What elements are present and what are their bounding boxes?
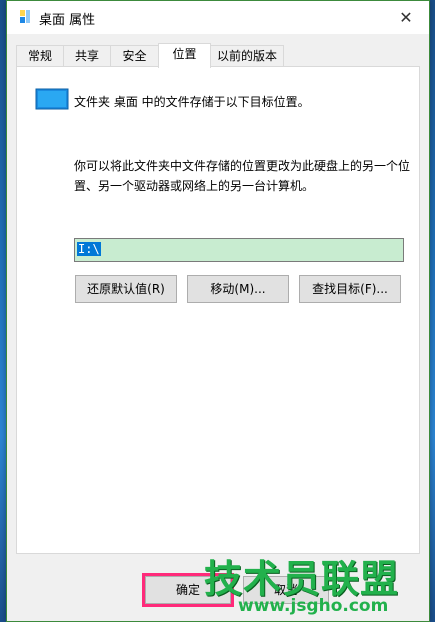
- tab-location[interactable]: 位置: [158, 43, 211, 68]
- path-input[interactable]: I:\: [74, 238, 404, 262]
- tab-sharing[interactable]: 共享: [63, 45, 111, 67]
- close-button[interactable]: ✕: [383, 1, 429, 34]
- properties-window: 桌面 属性 ✕ 常规 共享 安全 位置 以前的版本 文件夹 桌面 中的文件存储于…: [6, 0, 430, 622]
- restore-default-button[interactable]: 还原默认值(R): [75, 275, 177, 303]
- desktop-folder-icon: [35, 88, 69, 110]
- tab-strip: 常规 共享 安全 位置 以前的版本: [16, 43, 420, 68]
- location-description: 文件夹 桌面 中的文件存储于以下目标位置。: [74, 95, 310, 109]
- tab-general[interactable]: 常规: [16, 45, 64, 67]
- move-button[interactable]: 移动(M)...: [187, 275, 289, 303]
- window-title: 桌面 属性: [39, 13, 96, 28]
- find-target-button[interactable]: 查找目标(F)...: [299, 275, 401, 303]
- cancel-button[interactable]: 取消: [243, 576, 329, 604]
- tab-security[interactable]: 安全: [110, 45, 159, 67]
- location-explanation: 你可以将此文件夹中文件存储的位置更改为此硬盘上的另一个位置、另一个驱动器或网络上…: [74, 159, 411, 193]
- title-bar[interactable]: 桌面 属性 ✕: [7, 1, 429, 34]
- tab-previous-versions[interactable]: 以前的版本: [210, 45, 284, 67]
- location-panel: 文件夹 桌面 中的文件存储于以下目标位置。 你可以将此文件夹中文件存储的位置更改…: [16, 66, 420, 554]
- close-icon: ✕: [399, 8, 413, 27]
- path-value: I:\: [77, 242, 101, 256]
- ok-button[interactable]: 确定: [142, 573, 234, 607]
- folder-desktop-icon: [20, 10, 30, 23]
